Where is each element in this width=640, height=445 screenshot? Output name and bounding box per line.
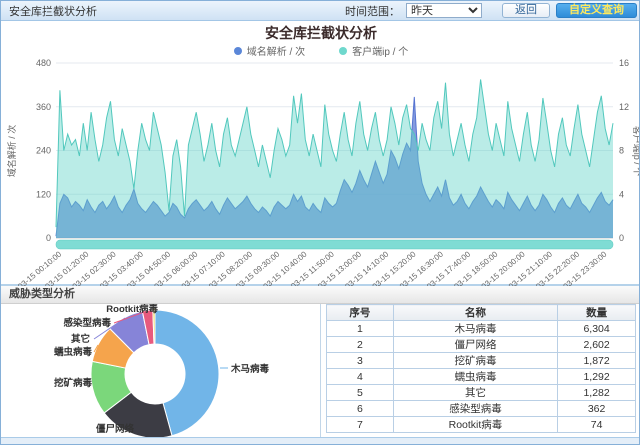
- table-header-cell: 序号: [327, 305, 394, 321]
- top-toolbar: 安全库拦截状分析 时间范围： 昨天 返回 自定义查询: [1, 1, 640, 21]
- bottom-frame-strip: [1, 437, 640, 444]
- table-cell: 74: [558, 417, 636, 433]
- table-cell: 2: [327, 337, 394, 353]
- datazoom-slider[interactable]: [56, 240, 613, 249]
- trend-area-chart: 01202403604800481216域名解析 / 次客户端ip / 个202…: [1, 21, 640, 286]
- donut-slice-label: 挖矿病毒: [54, 377, 93, 389]
- threat-table-body: 1木马病毒6,3042僵尸网络2,6023挖矿病毒1,8724蠕虫病毒1,292…: [327, 321, 636, 433]
- threat-donut-chart: 木马病毒僵尸网络 挖矿病毒 蠕虫病毒其它 感染型病毒 Rootkit病毒: [1, 304, 321, 439]
- threat-table: 序号名称数量 1木马病毒6,3042僵尸网络2,6023挖矿病毒1,8724蠕虫…: [326, 304, 636, 433]
- left-axis-tick: 480: [36, 58, 51, 68]
- left-axis-tick: 240: [36, 146, 51, 156]
- left-axis-name: 域名解析 / 次: [6, 125, 17, 178]
- table-cell: 6: [327, 401, 394, 417]
- threat-donut-panel: 木马病毒僵尸网络 挖矿病毒 蠕虫病毒其它 感染型病毒 Rootkit病毒: [1, 304, 321, 439]
- table-cell: 1,292: [558, 369, 636, 385]
- left-axis-tick: 360: [36, 102, 51, 112]
- table-cell: 木马病毒: [393, 321, 557, 337]
- donut-slice-label: Rootkit病毒: [106, 304, 158, 315]
- donut-slice-label: 其它: [71, 333, 90, 345]
- time-range-label: 时间范围：: [345, 3, 400, 19]
- table-row: 1木马病毒6,304: [327, 321, 636, 337]
- trend-chart-panel: 安全库拦截状分析 域名解析 / 次 客户端ip / 个 012024036048…: [1, 21, 640, 286]
- table-cell: 6,304: [558, 321, 636, 337]
- table-row: 6感染型病毒362: [327, 401, 636, 417]
- right-axis-tick: 8: [619, 146, 624, 156]
- table-cell: 1,872: [558, 353, 636, 369]
- table-row: 2僵尸网络2,602: [327, 337, 636, 353]
- right-axis-tick: 16: [619, 58, 629, 68]
- table-row: 3挖矿病毒1,872: [327, 353, 636, 369]
- custom-query-button[interactable]: 自定义查询: [556, 3, 637, 18]
- table-row: 5其它1,282: [327, 385, 636, 401]
- right-axis-name: 客户端ip / 个: [632, 126, 640, 177]
- table-cell: 362: [558, 401, 636, 417]
- table-cell: 僵尸网络: [393, 337, 557, 353]
- table-cell: 蠕虫病毒: [393, 369, 557, 385]
- table-cell: Rootkit病毒: [393, 417, 557, 433]
- time-range-select[interactable]: 昨天: [406, 3, 482, 18]
- donut-slice-label: 木马病毒: [230, 363, 270, 375]
- right-axis-tick: 0: [619, 233, 624, 243]
- breadcrumb-title: 安全库拦截状分析: [9, 3, 97, 19]
- client-series-area: [56, 79, 613, 238]
- table-header-cell: 数量: [558, 305, 636, 321]
- right-axis-tick: 12: [619, 102, 629, 112]
- left-axis-tick: 0: [46, 233, 51, 243]
- table-row: 4蠕虫病毒1,292: [327, 369, 636, 385]
- table-cell: 4: [327, 369, 394, 385]
- back-button[interactable]: 返回: [502, 3, 550, 18]
- table-cell: 其它: [393, 385, 557, 401]
- table-cell: 3: [327, 353, 394, 369]
- table-cell: 2,602: [558, 337, 636, 353]
- donut-slice-label: 感染型病毒: [63, 317, 111, 329]
- left-axis-tick: 120: [36, 189, 51, 199]
- table-cell: 1,282: [558, 385, 636, 401]
- table-cell: 挖矿病毒: [393, 353, 557, 369]
- table-cell: 感染型病毒: [393, 401, 557, 417]
- threat-table-head: 序号名称数量: [327, 305, 636, 321]
- table-cell: 5: [327, 385, 394, 401]
- table-cell: 1: [327, 321, 394, 337]
- table-cell: 7: [327, 417, 394, 433]
- donut-slice-label: 僵尸网络: [96, 423, 135, 435]
- table-header-cell: 名称: [393, 305, 557, 321]
- donut-slice-label: 蠕虫病毒: [54, 346, 93, 358]
- threat-table-panel: 序号名称数量 1木马病毒6,3042僵尸网络2,6023挖矿病毒1,8724蠕虫…: [321, 304, 640, 439]
- table-row: 7Rootkit病毒74: [327, 417, 636, 433]
- right-axis-tick: 4: [619, 189, 624, 199]
- threat-section-header: 威胁类型分析: [1, 286, 640, 304]
- dashboard-window: 安全库拦截状分析 时间范围： 昨天 返回 自定义查询 安全库拦截状分析 域名解析…: [0, 0, 640, 445]
